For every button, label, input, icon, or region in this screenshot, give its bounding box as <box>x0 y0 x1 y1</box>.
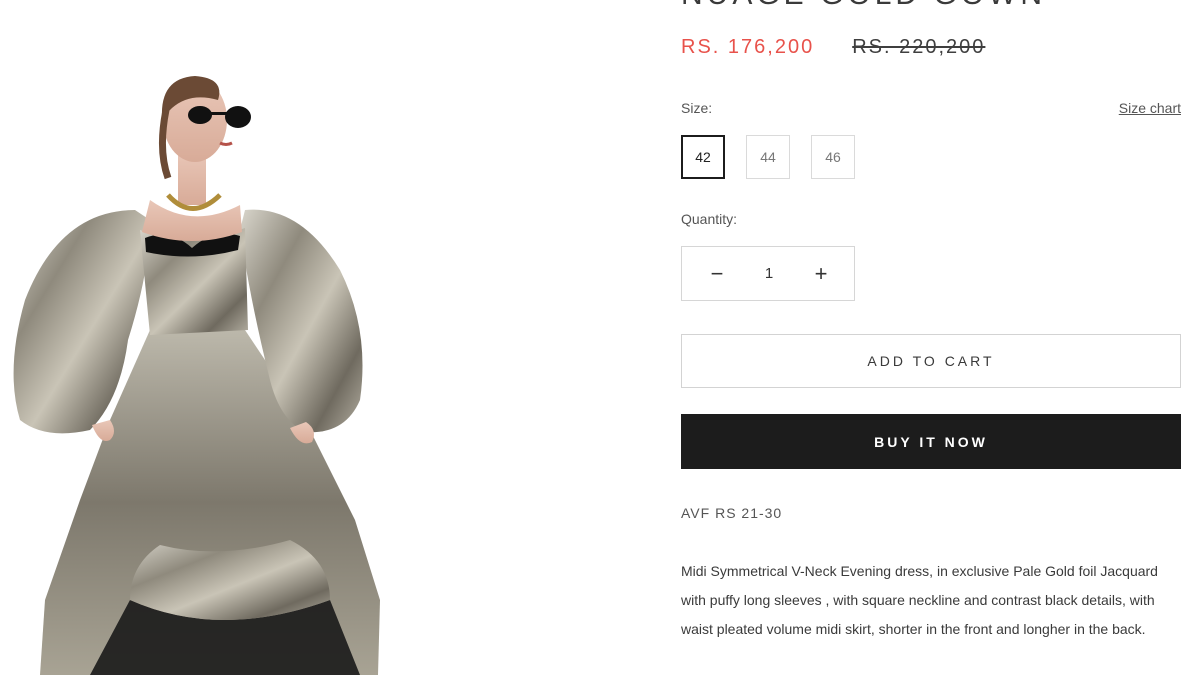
quantity-decrease-button[interactable]: − <box>702 259 732 289</box>
size-chart-link[interactable]: Size chart <box>1119 100 1181 116</box>
quantity-stepper: − 1 + <box>681 246 855 301</box>
price-row: RS. 176,200 RS. 220,200 <box>681 36 985 59</box>
size-option-42[interactable]: 42 <box>681 135 725 179</box>
product-title: NUAGE GOLD GOWN <box>681 0 1046 12</box>
quantity-increase-button[interactable]: + <box>806 259 836 289</box>
product-sku: AVF RS 21-30 <box>681 505 783 521</box>
size-option-44[interactable]: 44 <box>746 135 790 179</box>
product-info: NUAGE GOLD GOWN RS. 176,200 RS. 220,200 … <box>681 0 1181 675</box>
compare-price: RS. 220,200 <box>852 36 986 58</box>
add-to-cart-button[interactable]: ADD TO CART <box>681 334 1181 388</box>
product-image[interactable] <box>0 0 600 675</box>
buy-it-now-button[interactable]: BUY IT NOW <box>681 414 1181 469</box>
quantity-label: Quantity: <box>681 211 738 227</box>
size-label: Size: <box>681 100 713 116</box>
product-description: Midi Symmetrical V-Neck Evening dress, i… <box>681 563 1158 637</box>
product-photo <box>13 76 380 675</box>
quantity-value[interactable]: 1 <box>765 265 773 282</box>
size-options: 42 44 46 <box>681 135 855 179</box>
sale-price: RS. 176,200 <box>681 36 815 58</box>
size-option-46[interactable]: 46 <box>811 135 855 179</box>
